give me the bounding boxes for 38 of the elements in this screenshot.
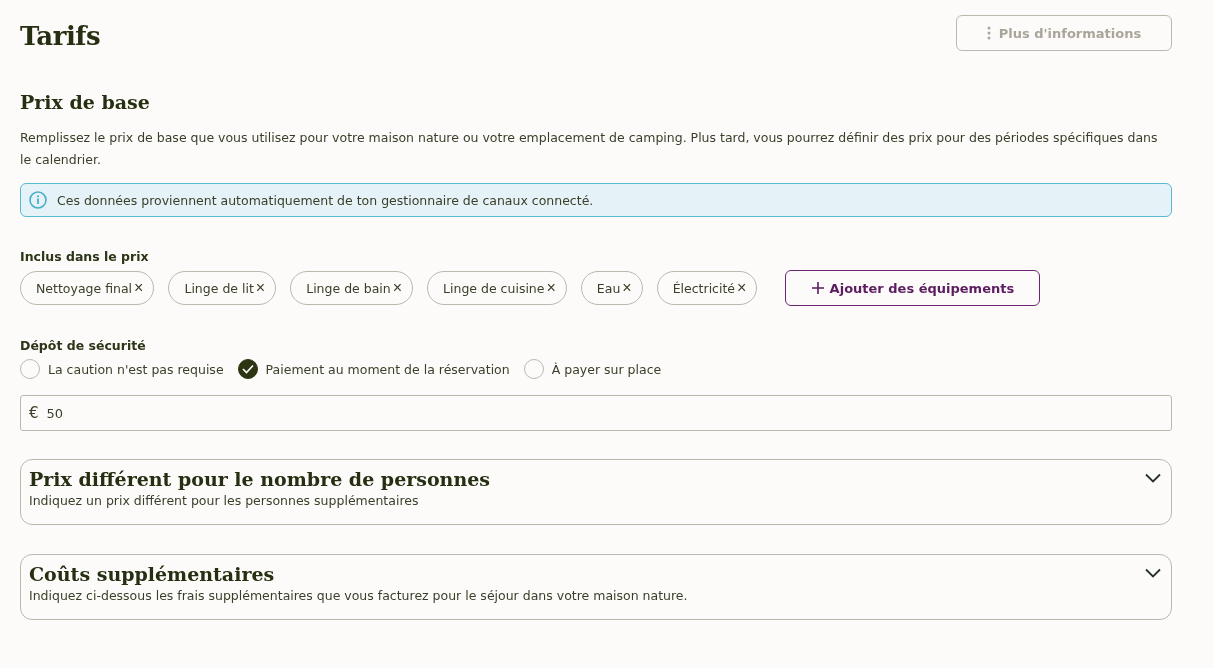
remove-button[interactable]: × bbox=[546, 280, 556, 296]
section-title: Prix de base bbox=[20, 91, 151, 113]
currency-symbol: € bbox=[29, 404, 39, 422]
info-icon bbox=[29, 191, 47, 209]
remove-button[interactable]: × bbox=[392, 280, 403, 296]
chevron-icon bbox=[1145, 473, 1161, 483]
chevron-icon bbox=[1145, 568, 1161, 578]
accordion-subtitle: Indiquez ci-dessous les frais supplémentaires que vous facturez pour le séjour dans votre maison nature. bbox=[29, 588, 688, 603]
radio-label: Paiement au moment de la réservation bbox=[265, 361, 510, 377]
field-label: Dépôt de sécurité bbox=[20, 338, 147, 353]
amount-field[interactable]: € 50 bbox=[20, 395, 1172, 431]
chip-label: Nettoyage final bbox=[36, 280, 133, 296]
radio-label: À payer sur place bbox=[551, 361, 662, 377]
amount-value: 50 bbox=[46, 405, 64, 421]
add-amenities-button[interactable]: Ajouter des équipements bbox=[785, 270, 1041, 306]
chip-label: Linge de bain bbox=[306, 280, 391, 296]
radio-label: La caution n'est pas requise bbox=[48, 361, 224, 377]
field-label: Inclus dans le prix bbox=[20, 249, 150, 264]
chip-label: Linge de cuisine bbox=[443, 280, 545, 296]
accordion-subtitle: Indiquez un prix différent pour les personnes supplémentaires bbox=[29, 493, 420, 508]
chip-label: Eau bbox=[596, 280, 621, 296]
info-text: Ces données proviennent automatiquement de ton gestionnaire de canaux connecté. bbox=[57, 192, 594, 208]
more-vertical-icon bbox=[986, 26, 991, 40]
check-icon bbox=[241, 364, 254, 374]
remove-button[interactable]: × bbox=[737, 280, 747, 296]
chip-label: Électricité bbox=[672, 280, 736, 296]
accordion-panel[interactable]: Coûts supplémentaires Indiquez ci-dessous les frais supplémentaires que vous facturez pour le séjour dans votre maison nature. bbox=[20, 554, 1172, 620]
accordion-title: Prix différent pour le nombre de personnes bbox=[29, 468, 490, 490]
page-title: Tarifs bbox=[20, 21, 101, 51]
plus-icon bbox=[811, 282, 824, 294]
radio-button[interactable] bbox=[237, 359, 258, 379]
description-text: Remplissez le prix de base que vous utilisez pour votre maison nature ou votre emplacement de camping. Plus tard, vous pourrez définir des prix pour des périodes spécifiques dans le calendrier. bbox=[20, 129, 1159, 169]
remove-button[interactable]: × bbox=[134, 280, 144, 296]
accordion-title: Coûts supplémentaires bbox=[29, 563, 276, 585]
accordion-panel[interactable]: Prix différent pour le nombre de personnes Indiquez un prix différent pour les personnes supplémentaires bbox=[20, 459, 1172, 525]
remove-button[interactable]: × bbox=[622, 280, 632, 296]
chip-label: Linge de lit bbox=[184, 280, 254, 296]
remove-button[interactable]: × bbox=[255, 280, 266, 296]
